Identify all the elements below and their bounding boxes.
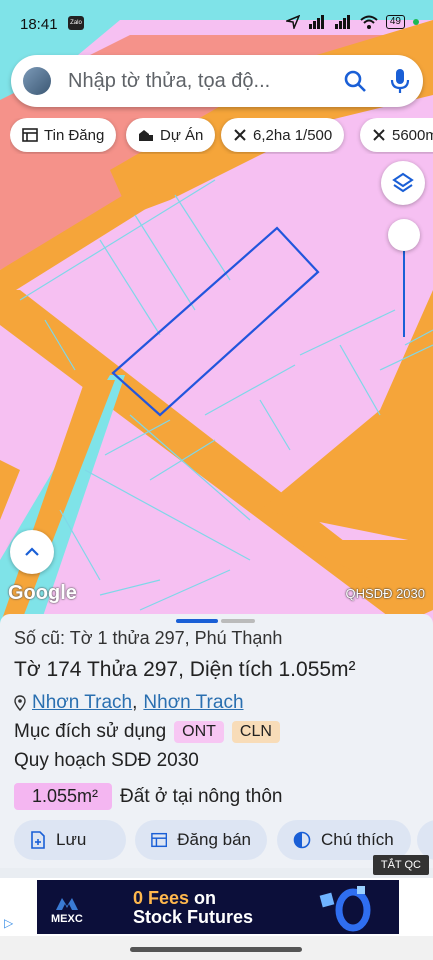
legend-icon: [293, 831, 311, 849]
location-arrow-icon: [285, 15, 300, 29]
land-use-row: 1.055m² Đất ở tại nông thôn: [14, 783, 283, 810]
layers-icon: [392, 172, 414, 193]
chip-listings[interactable]: Tin Đăng: [10, 118, 117, 152]
ad-headline-highlight: 0 Fees: [133, 888, 190, 908]
purpose-tag-ont[interactable]: ONT: [174, 721, 224, 743]
status-bar: 18:41 Zalo 49: [0, 0, 433, 40]
scale-icon: [373, 129, 385, 141]
privacy-dot-icon: [413, 19, 419, 25]
search-input[interactable]: Nhập tờ thửa, tọa độ...: [68, 70, 270, 93]
parcel-location: Nhơn Trach, Nhơn Trach: [14, 692, 244, 714]
chip-label: Tin Đăng: [44, 126, 105, 144]
old-parcel-number: Số cũ: Tờ 1 thửa 297, Phú Thạnh: [14, 628, 283, 648]
chip-projects[interactable]: Dự Án: [126, 118, 216, 152]
opacity-slider-handle[interactable]: [388, 219, 420, 251]
save-label: Lưu: [56, 830, 87, 849]
ad-headline-line2: Stock Futures: [133, 907, 254, 927]
land-use-area: 1.055m²: [14, 783, 113, 810]
chip-scale-6-2ha[interactable]: 6,2ha 1/500: [221, 118, 345, 152]
sheet-handle[interactable]: [176, 619, 218, 623]
scale-icon: [234, 129, 246, 141]
search-icon[interactable]: [343, 69, 367, 93]
ad-zero-graphic: [319, 886, 371, 932]
battery-icon: 49: [385, 15, 405, 29]
land-use-name: Đất ở tại nông thôn: [120, 785, 283, 807]
mexc-logo-icon: [55, 898, 78, 910]
parcel-summary: Tờ 174 Thửa 297, Diện tích 1.055m²: [14, 658, 356, 682]
parcel-area: 1.055m²: [278, 658, 356, 681]
parcel-number: 297: [143, 658, 179, 681]
chevron-up-icon: [25, 547, 39, 556]
avatar[interactable]: [23, 67, 51, 95]
chip-label: 6,2ha 1/500: [253, 126, 333, 144]
legend-label: Chú thích: [321, 830, 394, 849]
post-sale-label: Đăng bán: [177, 830, 251, 849]
ad-brand-label: MEXC: [51, 913, 83, 925]
close-ad-button[interactable]: TẮT QC: [372, 855, 429, 875]
opacity-slider-track[interactable]: [403, 245, 405, 337]
parcel-word: Thửa: [86, 658, 138, 681]
save-button[interactable]: Lưu: [14, 820, 126, 860]
ad-headline: 0 Fees on Stock Futures: [133, 889, 253, 927]
status-time: 18:41: [20, 16, 58, 33]
location-link-district[interactable]: Nhơn Trach: [32, 692, 132, 714]
system-nav-bar: [0, 936, 433, 960]
save-icon: [31, 831, 45, 849]
chip-scale-5600m[interactable]: 5600m: [360, 118, 433, 152]
post-sale-icon: [151, 832, 168, 848]
ad-choices-icon[interactable]: ▷: [4, 916, 22, 932]
filter-chips: Tin Đăng Dự Án 6,2ha 1/500 5600m: [10, 118, 433, 154]
land-purpose-row: Mục đích sử dụng ONT CLN: [14, 721, 280, 743]
search-bar[interactable]: Nhập tờ thửa, tọa độ...: [11, 55, 423, 107]
location-separator: ,: [132, 692, 138, 713]
area-word: , Diện tích: [178, 658, 273, 681]
parcel-info-sheet[interactable]: Số cũ: Tờ 1 thửa 297, Phú Thạnh Tờ 174 T…: [0, 614, 433, 868]
expand-button[interactable]: [10, 530, 54, 574]
plan-label: Quy hoạch SDĐ 2030: [14, 750, 199, 771]
layers-button[interactable]: [381, 161, 425, 205]
zalo-notification-icon: Zalo: [68, 16, 84, 30]
chip-label: 5600m: [392, 126, 433, 144]
sheet-number: 174: [46, 658, 82, 681]
home-gesture-pill[interactable]: [130, 947, 302, 952]
ad-brand: MEXC: [51, 898, 83, 925]
chip-label: Dự Án: [160, 126, 204, 144]
signal-icon-2: [334, 15, 350, 29]
sheet-word: Tờ: [14, 658, 41, 681]
purpose-label: Mục đích sử dụng: [14, 721, 167, 742]
action-buttons: Lưu Đăng bán Chú thích: [14, 820, 433, 862]
location-link-province[interactable]: Nhơn Trach: [143, 692, 243, 714]
ad-creative[interactable]: MEXC 0 Fees on Stock Futures: [37, 880, 399, 934]
legend-button[interactable]: Chú thích: [277, 820, 411, 860]
location-pin-icon: [14, 695, 26, 711]
wifi-icon: [360, 15, 378, 29]
google-attribution: Google: [8, 582, 77, 604]
status-icons: 49: [285, 15, 419, 29]
map-layer-label: QHSDĐ 2030: [345, 586, 425, 601]
purpose-tag-cln[interactable]: CLN: [231, 721, 280, 743]
post-sale-button[interactable]: Đăng bán: [135, 820, 267, 860]
more-actions-button[interactable]: [417, 820, 433, 860]
project-icon: [139, 130, 153, 141]
ad-headline-rest: on: [189, 888, 217, 908]
listing-icon: [22, 128, 38, 142]
ad-banner[interactable]: ▷ MEXC 0 Fees on Stock Futures: [0, 878, 433, 936]
microphone-icon[interactable]: [388, 67, 412, 95]
sheet-handle-secondary[interactable]: [221, 619, 255, 623]
signal-icon: [308, 15, 324, 29]
